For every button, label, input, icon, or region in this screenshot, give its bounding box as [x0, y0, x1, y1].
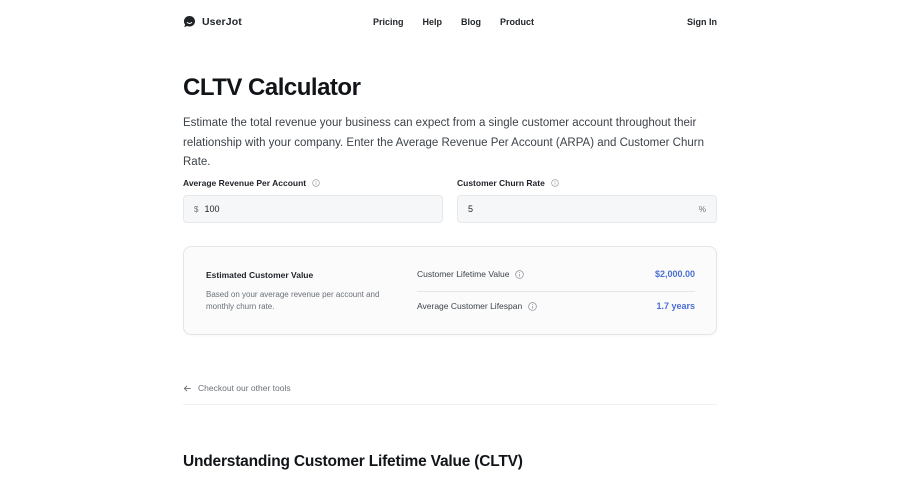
info-icon[interactable]: [312, 179, 320, 187]
lifespan-label: Average Customer Lifespan: [417, 301, 523, 311]
info-icon[interactable]: [515, 269, 525, 279]
info-icon[interactable]: [551, 179, 559, 187]
brand-link[interactable]: UserJot: [183, 15, 242, 28]
arpa-label-text: Average Revenue Per Account: [183, 178, 307, 188]
nav-link-blog[interactable]: Blog: [461, 17, 481, 27]
sign-in-link[interactable]: Sign In: [687, 17, 717, 27]
nav-link-help[interactable]: Help: [423, 17, 443, 27]
churn-input-value[interactable]: 5: [468, 204, 699, 214]
lifespan-row: Average Customer Lifespan 1.7 years: [417, 301, 695, 311]
clv-row: Customer Lifetime Value $2,000.00: [417, 269, 695, 279]
percent-suffix: %: [698, 204, 706, 214]
info-icon[interactable]: [528, 301, 537, 311]
page-description: Estimate the total revenue your business…: [183, 117, 704, 168]
clv-label: Customer Lifetime Value: [417, 269, 510, 279]
currency-prefix: $: [194, 204, 199, 214]
churn-input[interactable]: 5 %: [457, 195, 717, 223]
result-divider: [417, 291, 695, 292]
churn-label-text: Customer Churn Rate: [457, 178, 545, 188]
result-card-subtitle: Based on your average revenue per accoun…: [206, 290, 380, 311]
churn-label: Customer Churn Rate: [457, 178, 559, 188]
section-divider: [183, 404, 717, 405]
lifespan-value: 1.7 years: [656, 301, 695, 311]
section-heading: Understanding Customer Lifetime Value (C…: [183, 453, 523, 470]
arpa-label: Average Revenue Per Account: [183, 178, 320, 188]
main-nav: Pricing Help Blog Product: [373, 17, 553, 27]
speech-bubble-logo-icon: [183, 15, 196, 28]
arrow-left-icon: [183, 384, 191, 392]
result-card-title: Estimated Customer Value: [206, 270, 314, 280]
nav-link-pricing[interactable]: Pricing: [373, 17, 404, 27]
clv-value: $2,000.00: [654, 269, 695, 279]
arpa-input-value[interactable]: 100: [204, 204, 219, 214]
other-tools-label: Checkout our other tools: [198, 383, 291, 393]
nav-link-product[interactable]: Product: [500, 17, 534, 27]
other-tools-link[interactable]: Checkout our other tools: [183, 383, 291, 393]
arpa-input[interactable]: $ 100: [183, 195, 443, 223]
site-header: UserJot Pricing Help Blog Product Sign I…: [0, 0, 900, 46]
brand-name: UserJot: [202, 15, 242, 28]
result-card: Estimated Customer Value Based on your a…: [183, 246, 717, 335]
page-title: CLTV Calculator: [183, 74, 361, 101]
